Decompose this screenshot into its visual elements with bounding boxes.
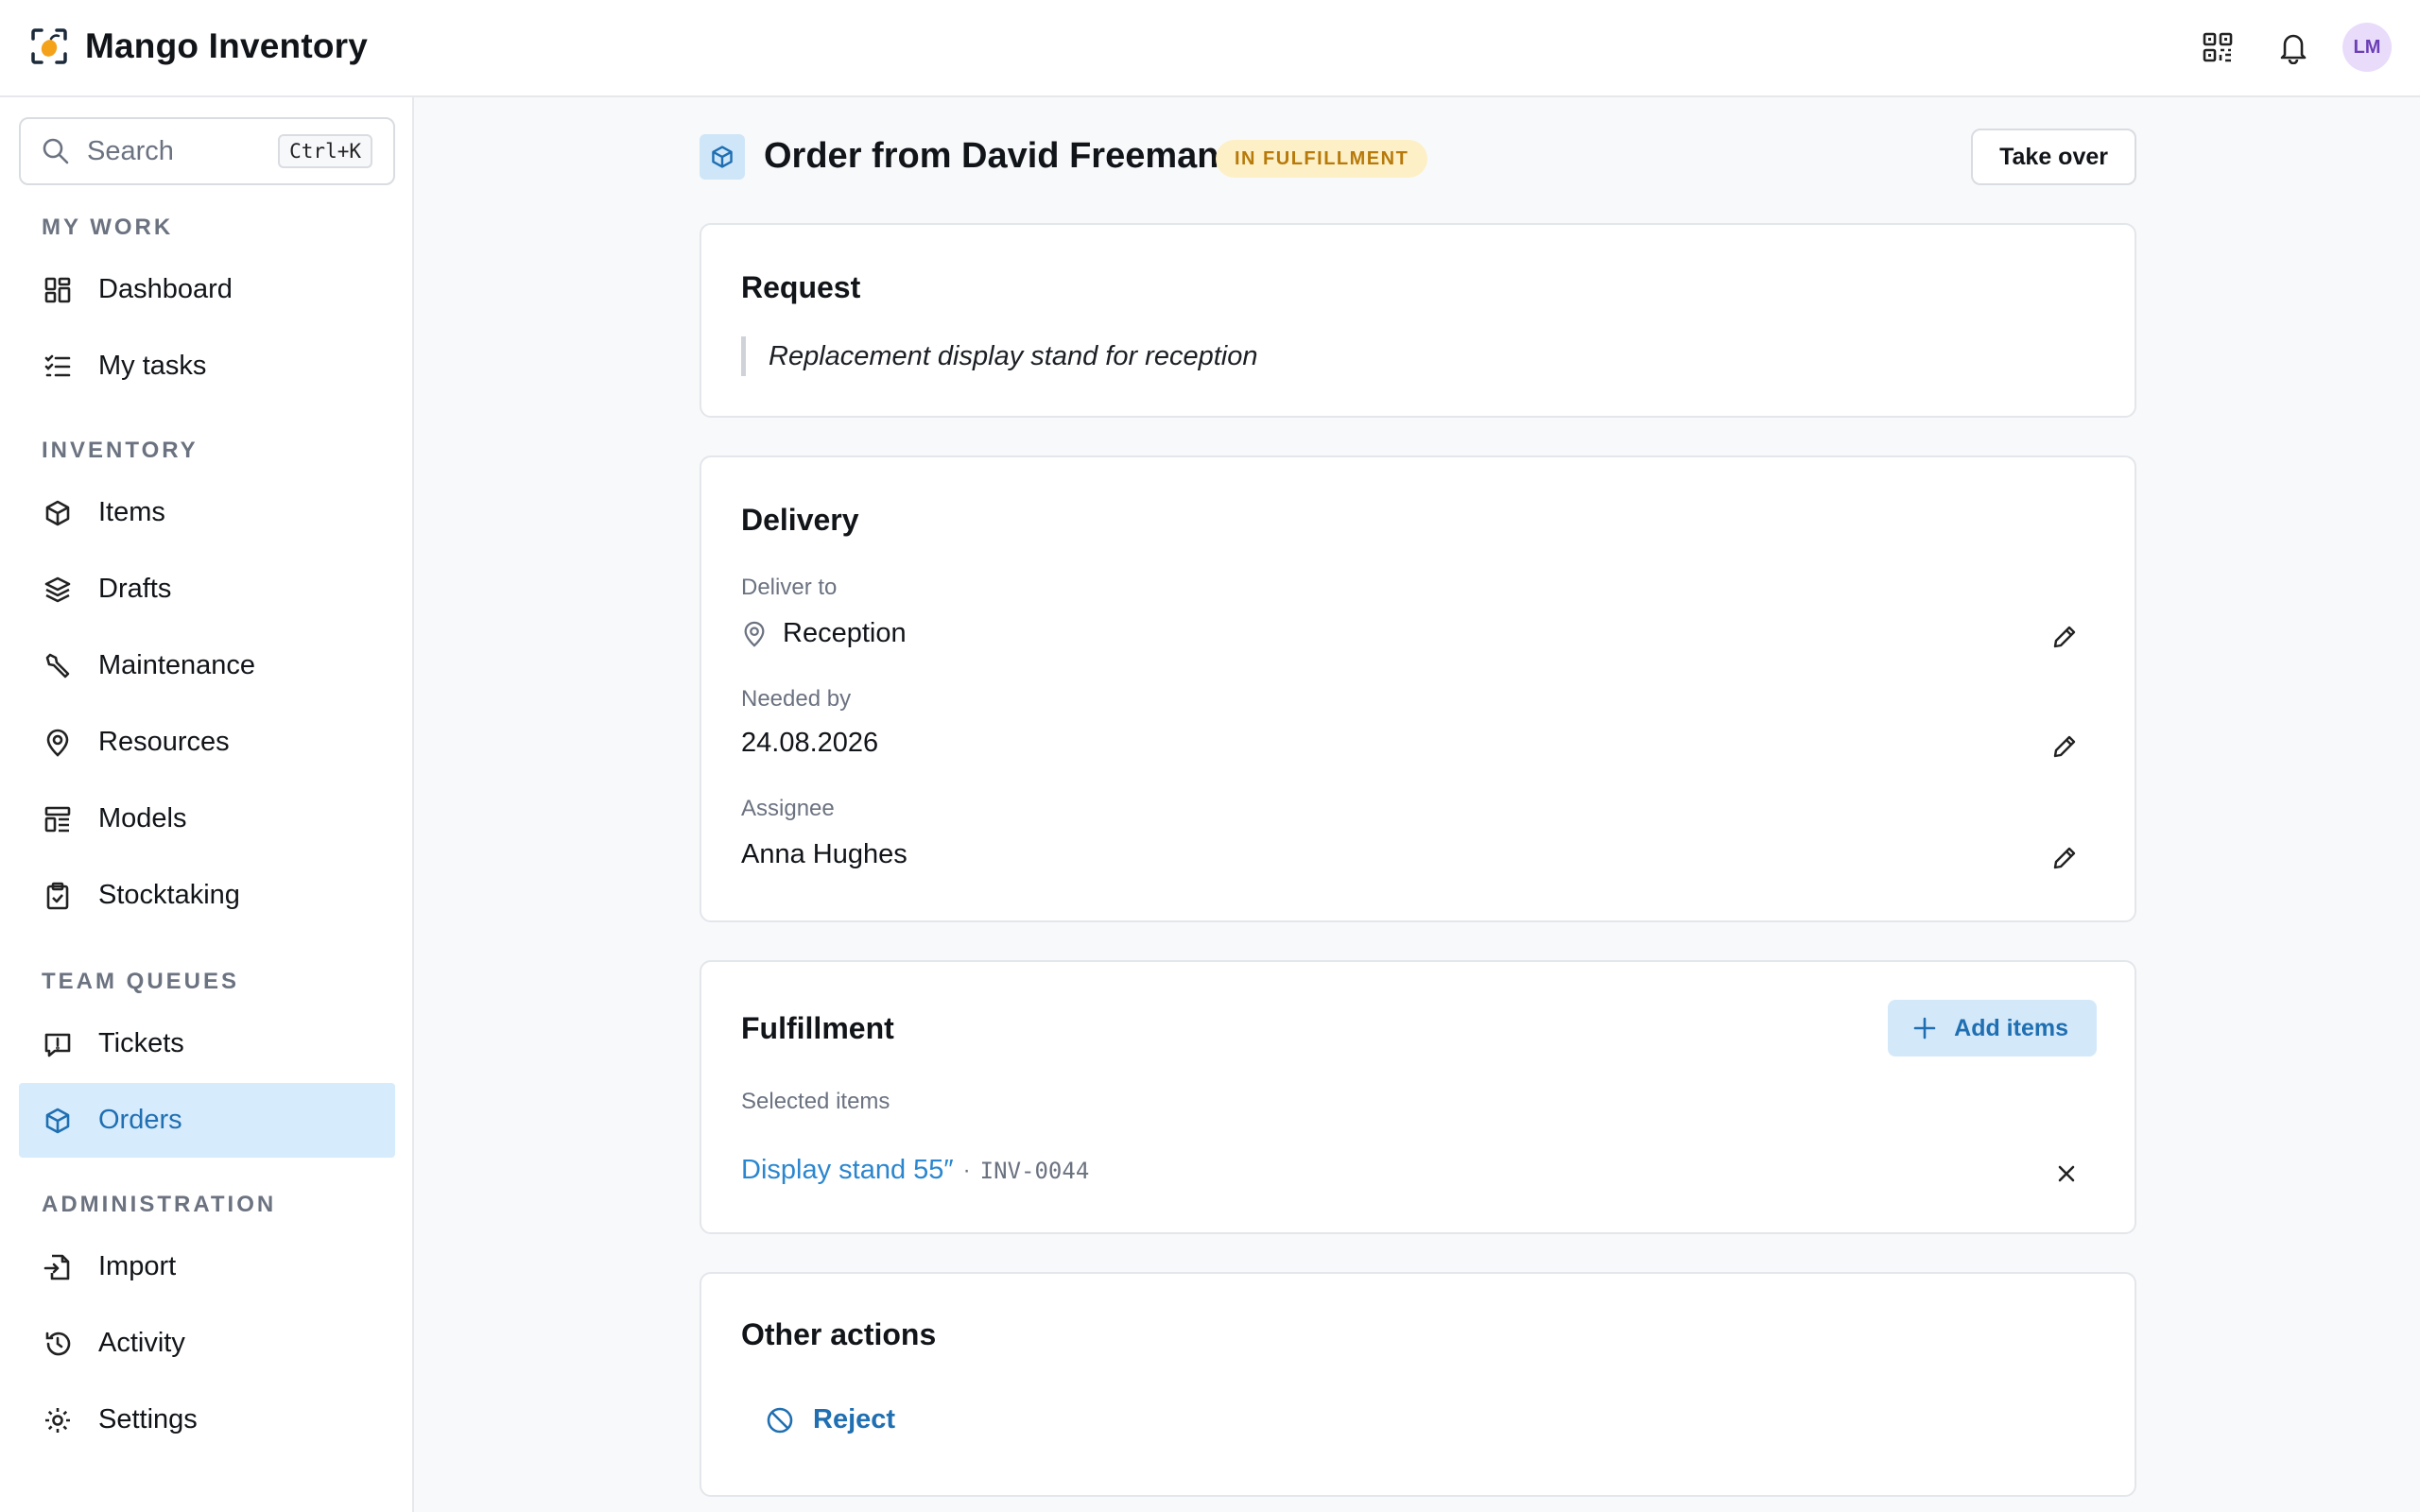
deliver-to-value: Reception bbox=[741, 618, 907, 649]
avatar[interactable]: LM bbox=[2342, 23, 2392, 72]
pencil-icon bbox=[2053, 847, 2076, 869]
list-item: Display stand 55″ · INV-0044 bbox=[741, 1155, 1089, 1186]
section-label-my-work: MY WORK bbox=[42, 215, 174, 240]
search-icon bbox=[43, 138, 69, 164]
sidebar-item-label: Drafts bbox=[98, 574, 172, 604]
ban-icon bbox=[767, 1407, 793, 1433]
item-link[interactable]: Display stand 55″ bbox=[741, 1155, 954, 1186]
delivery-card: Delivery Deliver to Reception Needed by … bbox=[700, 455, 2136, 922]
sidebar-item-resources[interactable]: Resources bbox=[19, 705, 395, 780]
sidebar-item-stocktaking[interactable]: Stocktaking bbox=[19, 858, 395, 933]
section-label-team-queues: TEAM QUEUES bbox=[42, 969, 240, 994]
sidebar-item-drafts[interactable]: Drafts bbox=[19, 552, 395, 627]
sidebar-item-orders[interactable]: Orders bbox=[19, 1083, 395, 1158]
sidebar-item-label: Stocktaking bbox=[98, 880, 240, 910]
brand[interactable]: Mango Inventory bbox=[30, 26, 368, 66]
location-pin-icon bbox=[42, 727, 74, 759]
sidebar-item-models[interactable]: Models bbox=[19, 782, 395, 856]
sidebar-item-label: My tasks bbox=[98, 351, 207, 381]
sidebar-item-label: Orders bbox=[98, 1105, 182, 1135]
section-label-administration: ADMINISTRATION bbox=[42, 1192, 277, 1217]
edit-assignee-button[interactable] bbox=[2046, 839, 2083, 877]
location-pin-icon bbox=[744, 621, 765, 647]
sidebar-item-label: Maintenance bbox=[98, 650, 256, 680]
sidebar-item-settings[interactable]: Settings bbox=[19, 1383, 395, 1457]
assignee-label: Assignee bbox=[741, 796, 835, 821]
dashboard-icon bbox=[42, 274, 74, 306]
sidebar-item-label: Activity bbox=[98, 1328, 185, 1358]
other-actions-title: Other actions bbox=[741, 1317, 937, 1351]
reject-button[interactable]: Reject bbox=[766, 1404, 895, 1435]
sidebar-item-label: Dashboard bbox=[98, 274, 233, 304]
search-placeholder: Search bbox=[87, 135, 174, 166]
checklist-icon bbox=[42, 351, 74, 383]
box-icon bbox=[700, 134, 745, 180]
needed-by-value: 24.08.2026 bbox=[741, 728, 879, 758]
request-title: Request bbox=[741, 270, 861, 304]
sidebar-item-label: Settings bbox=[98, 1404, 198, 1435]
needed-by-label: Needed by bbox=[741, 686, 852, 712]
sidebar-item-label: Resources bbox=[98, 727, 230, 757]
selected-items-label: Selected items bbox=[741, 1089, 890, 1114]
deliver-to-label: Deliver to bbox=[741, 575, 838, 600]
section-label-inventory: INVENTORY bbox=[42, 438, 199, 463]
edit-needed-by-button[interactable] bbox=[2046, 728, 2083, 765]
file-import-icon bbox=[42, 1251, 74, 1283]
qr-code-icon[interactable] bbox=[2191, 21, 2244, 74]
box-icon bbox=[42, 1105, 74, 1137]
page-header: Order from David Freeman IN FULFILLMENT … bbox=[700, 129, 2136, 187]
sidebar-item-label: Models bbox=[98, 803, 187, 833]
delivery-title: Delivery bbox=[741, 503, 859, 537]
wrench-icon bbox=[42, 650, 74, 682]
fulfillment-title: Fulfillment bbox=[741, 1011, 894, 1045]
sidebar-item-label: Items bbox=[98, 497, 165, 527]
top-bar: Mango Inventory LM bbox=[0, 0, 2420, 97]
search-shortcut: Ctrl+K bbox=[278, 134, 372, 168]
page-title: Order from David Freeman bbox=[764, 136, 1219, 176]
add-items-button[interactable]: Add items bbox=[1888, 1000, 2097, 1057]
fulfillment-card: Fulfillment Add items Selected items Dis… bbox=[700, 960, 2136, 1234]
sidebar-item-maintenance[interactable]: Maintenance bbox=[19, 628, 395, 703]
plus-icon bbox=[1913, 1017, 1936, 1040]
sidebar-item-items[interactable]: Items bbox=[19, 475, 395, 550]
sidebar-item-activity[interactable]: Activity bbox=[19, 1306, 395, 1381]
sidebar-item-dashboard[interactable]: Dashboard bbox=[19, 252, 395, 327]
gear-icon bbox=[42, 1404, 74, 1436]
pencil-icon bbox=[2053, 626, 2076, 648]
app-title: Mango Inventory bbox=[85, 26, 369, 65]
reject-label: Reject bbox=[813, 1404, 896, 1435]
sidebar-item-tickets[interactable]: Tickets bbox=[19, 1006, 395, 1081]
layers-icon bbox=[42, 574, 74, 606]
ticket-alert-icon bbox=[42, 1028, 74, 1060]
request-card: Request Replacement display stand for re… bbox=[700, 223, 2136, 418]
item-separator: · bbox=[962, 1157, 971, 1183]
take-over-button[interactable]: Take over bbox=[1971, 129, 2136, 185]
sidebar-item-import[interactable]: Import bbox=[19, 1229, 395, 1304]
sidebar-item-label: Tickets bbox=[98, 1028, 184, 1058]
status-badge: IN FULFILLMENT bbox=[1216, 140, 1428, 178]
remove-item-button[interactable] bbox=[2049, 1157, 2083, 1191]
add-items-label: Add items bbox=[1954, 1014, 2068, 1041]
deliver-to-text: Reception bbox=[783, 618, 907, 648]
bell-icon[interactable] bbox=[2267, 21, 2320, 74]
edit-deliver-to-button[interactable] bbox=[2046, 618, 2083, 656]
clipboard-check-icon bbox=[42, 880, 74, 912]
close-icon bbox=[2058, 1165, 2075, 1182]
other-actions-card: Other actions Reject bbox=[700, 1272, 2136, 1497]
item-code: INV-0044 bbox=[979, 1157, 1090, 1184]
sidebar: Search Ctrl+K MY WORK Dashboard My tasks… bbox=[0, 97, 414, 1512]
request-text: Replacement display stand for reception bbox=[741, 336, 1257, 376]
sidebar-item-label: Import bbox=[98, 1251, 177, 1281]
assignee-value: Anna Hughes bbox=[741, 839, 908, 869]
box-icon bbox=[42, 497, 74, 529]
sidebar-item-my-tasks[interactable]: My tasks bbox=[19, 329, 395, 404]
search-input[interactable]: Search Ctrl+K bbox=[19, 117, 395, 185]
models-icon bbox=[42, 803, 74, 835]
history-icon bbox=[42, 1328, 74, 1360]
mango-logo-icon bbox=[31, 28, 67, 64]
pencil-icon bbox=[2053, 735, 2076, 758]
